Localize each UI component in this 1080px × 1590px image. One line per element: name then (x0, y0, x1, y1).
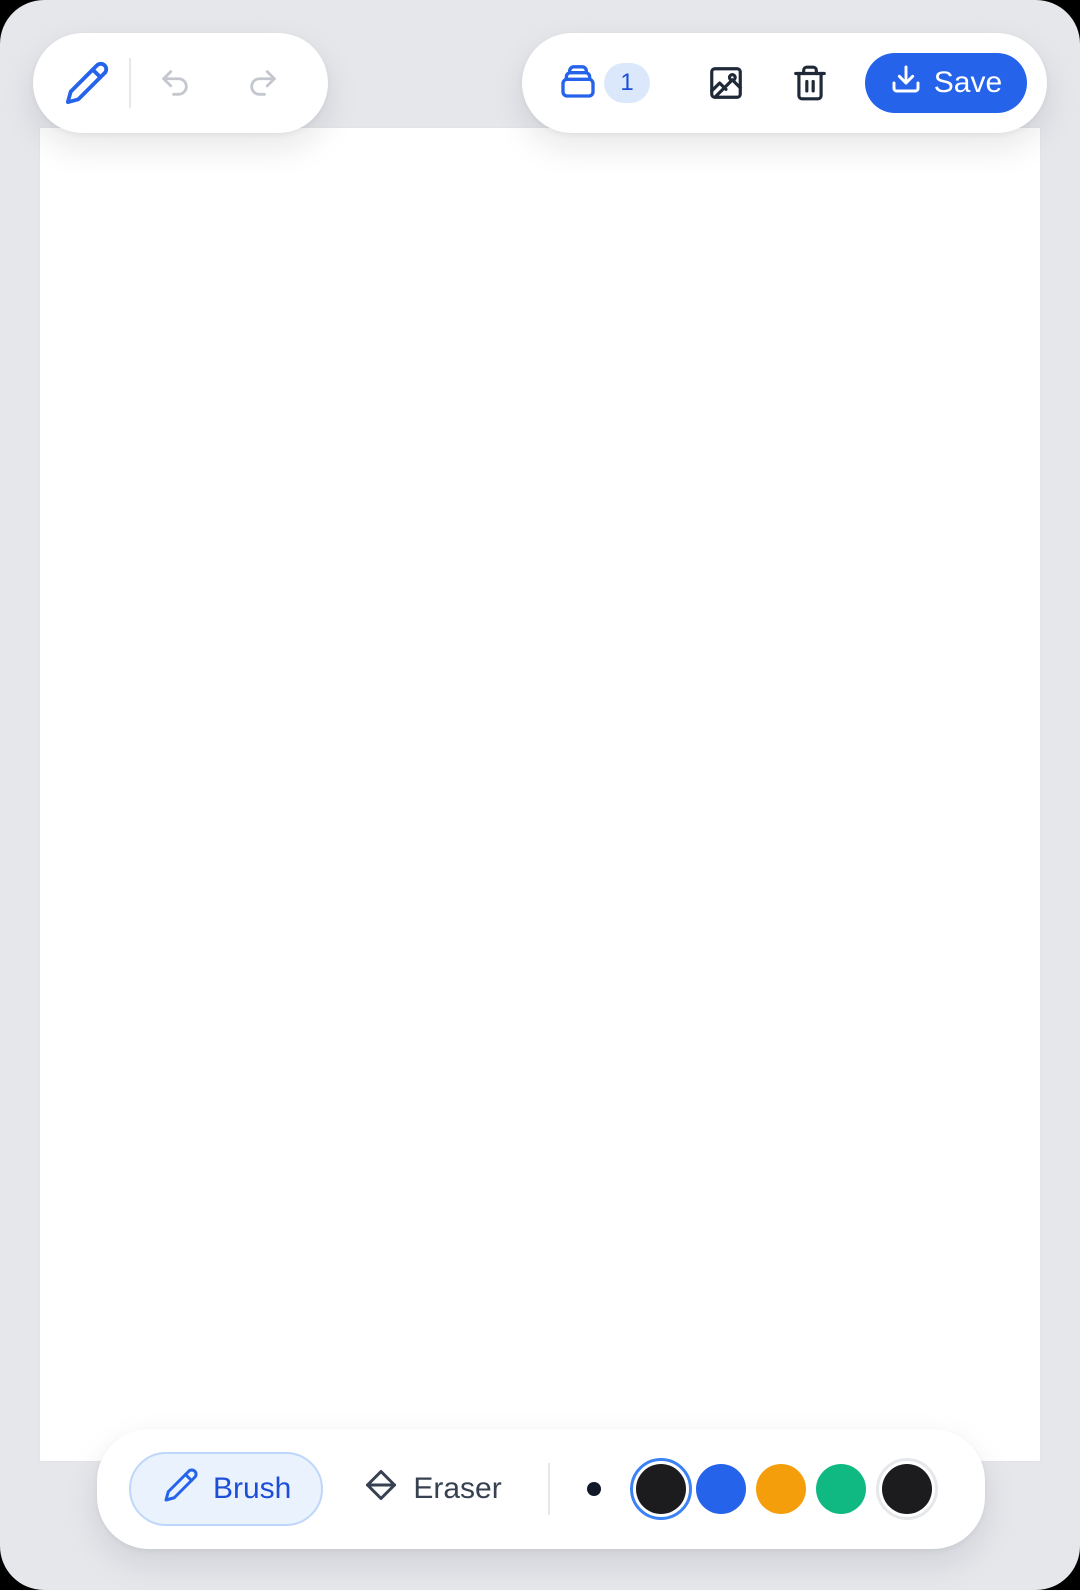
brush-mode-button[interactable] (57, 53, 117, 113)
pencil-icon (64, 60, 110, 106)
toolbar-divider (547, 1463, 550, 1515)
layers-button[interactable]: 1 (558, 61, 650, 106)
eraser-tool-button[interactable]: Eraser (323, 1452, 529, 1526)
color-swatch-blue[interactable] (695, 1464, 746, 1514)
add-image-button[interactable] (696, 53, 756, 113)
color-swatch-black[interactable] (629, 1458, 692, 1520)
layers-icon (558, 61, 598, 106)
save-button[interactable]: Save (865, 53, 1027, 113)
color-swatch-orange[interactable] (755, 1464, 806, 1514)
eraser-label: Eraser (413, 1472, 502, 1505)
tools-toolbar: Brush Eraser (97, 1429, 985, 1549)
undo-icon (158, 66, 192, 100)
undo-button[interactable] (145, 53, 205, 113)
custom-color-picker[interactable] (875, 1458, 938, 1520)
pencil-icon (163, 1467, 199, 1511)
trash-icon (791, 64, 829, 102)
brush-size-button[interactable] (572, 1459, 616, 1519)
redo-button[interactable] (233, 53, 293, 113)
history-toolbar (33, 33, 328, 133)
redo-icon (246, 66, 280, 100)
brush-size-indicator (586, 1482, 601, 1496)
download-icon (890, 63, 922, 103)
save-label: Save (933, 66, 1003, 99)
layer-count-badge: 1 (604, 63, 650, 103)
clear-canvas-button[interactable] (780, 53, 840, 113)
brush-tool-button[interactable]: Brush (129, 1452, 324, 1526)
color-swatch-green[interactable] (815, 1464, 866, 1514)
eraser-icon (363, 1467, 399, 1511)
image-icon (707, 64, 745, 102)
toolbar-divider (129, 58, 131, 108)
actions-toolbar: 1 Save (522, 33, 1047, 133)
drawing-canvas[interactable] (40, 128, 1040, 1461)
brush-label: Brush (213, 1472, 292, 1505)
drawing-app: 1 Save Brush Eraser (0, 0, 1080, 1590)
